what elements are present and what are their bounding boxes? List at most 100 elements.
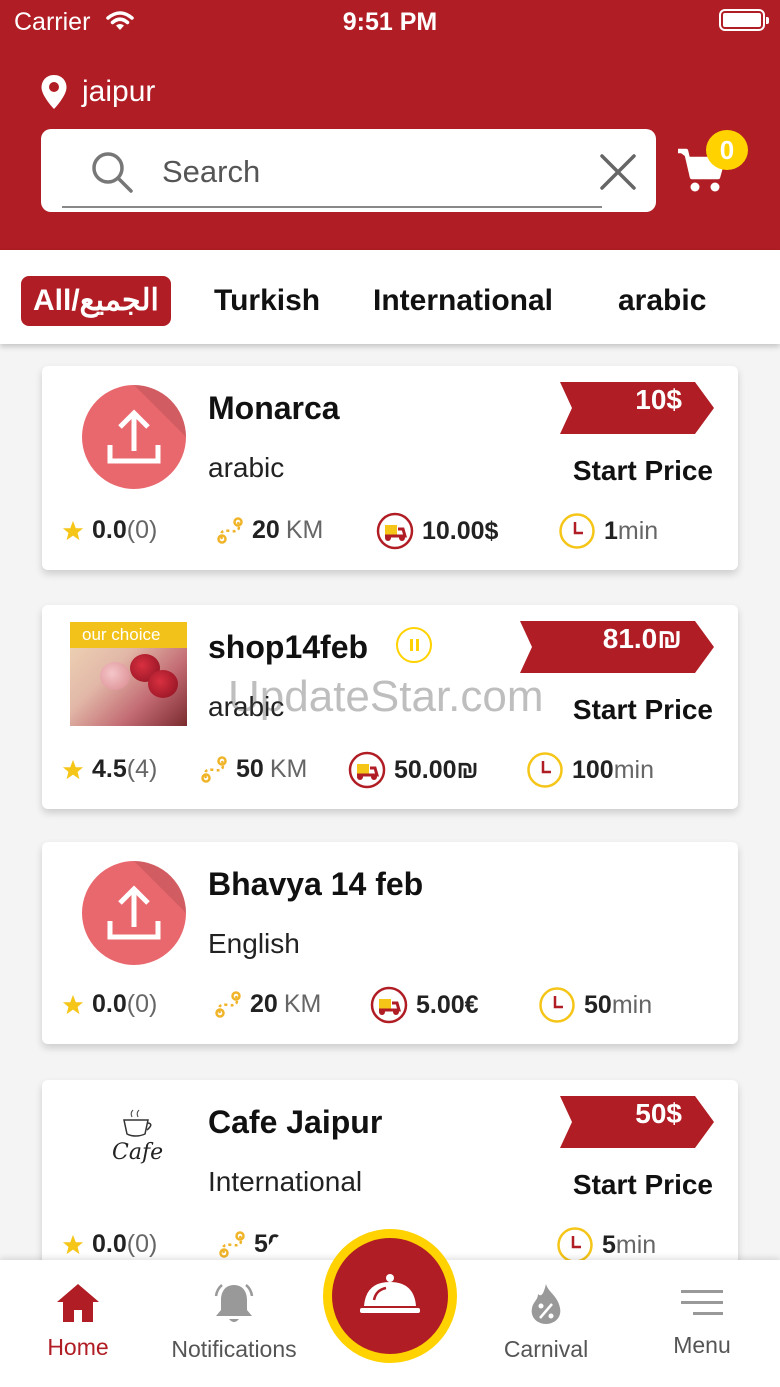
nav-menu[interactable]: Menu bbox=[624, 1282, 780, 1359]
delivery-scooter-icon bbox=[376, 512, 414, 550]
watermark: UpdateStar.com bbox=[228, 672, 544, 721]
distance-unit: KM bbox=[269, 755, 308, 783]
clock-icon bbox=[526, 751, 564, 789]
app-header: Carrier 9:51 PM jaipur Search 0 bbox=[0, 0, 780, 250]
restaurant-placeholder-image bbox=[82, 861, 186, 965]
clock: 9:51 PM bbox=[342, 8, 438, 36]
our-choice-banner: our choice bbox=[70, 622, 187, 648]
route-icon bbox=[216, 516, 244, 545]
price-ribbon: 81.0₪ bbox=[520, 621, 714, 673]
rating-value: 4.5 bbox=[92, 755, 127, 783]
delivery-fee: 10.00$ bbox=[376, 512, 498, 550]
restaurant-image: our choice bbox=[70, 622, 187, 726]
distance-value: 50 bbox=[236, 755, 264, 783]
start-price-label: Start Price bbox=[572, 1169, 713, 1200]
route-icon bbox=[200, 755, 228, 784]
start-price-value: 81.0₪ bbox=[602, 623, 682, 654]
delivery-time: 1 min bbox=[558, 512, 658, 550]
nav-notifications-label: Notifications bbox=[171, 1336, 297, 1362]
battery-icon bbox=[719, 9, 769, 31]
restaurant-cuisine: English bbox=[208, 928, 300, 959]
delivery-time: 50 min bbox=[538, 986, 652, 1024]
star-icon bbox=[62, 1234, 84, 1256]
distance-unit: KM bbox=[283, 990, 322, 1018]
rating-value: 0.0 bbox=[92, 990, 127, 1018]
cart-count-badge: 0 bbox=[706, 130, 748, 170]
distance-value: 20 bbox=[252, 516, 280, 544]
delivery-time-unit: min bbox=[615, 1230, 657, 1259]
delivery-time-value: 50 bbox=[584, 990, 612, 1019]
tab-arabic[interactable]: arabic bbox=[618, 276, 706, 326]
search-underline bbox=[62, 206, 602, 208]
clock-icon bbox=[538, 986, 576, 1024]
search-input[interactable] bbox=[162, 152, 582, 192]
clock-icon bbox=[556, 1226, 594, 1264]
nav-home-label: Home bbox=[47, 1334, 109, 1360]
bell-icon bbox=[213, 1282, 255, 1326]
location-selector[interactable]: jaipur bbox=[40, 72, 155, 112]
upload-icon bbox=[107, 885, 161, 940]
restaurant-name: shop14feb bbox=[208, 629, 369, 665]
restaurant-name: Cafe Jaipur bbox=[208, 1104, 383, 1140]
tab-turkish[interactable]: Turkish bbox=[214, 276, 320, 326]
delivery-time-unit: min bbox=[613, 755, 655, 784]
upload-icon bbox=[107, 409, 161, 464]
location-pin-icon bbox=[41, 75, 67, 109]
delivery-fee: 5.00€ bbox=[370, 986, 479, 1024]
review-count: (0) bbox=[126, 1230, 158, 1258]
location-label: jaipur bbox=[82, 75, 156, 108]
start-price-value: 50$ bbox=[635, 1098, 682, 1129]
delivery-fee: 50.00₪ bbox=[348, 751, 479, 789]
nav-carnival[interactable]: Carnival bbox=[468, 1282, 624, 1363]
restaurant-card[interactable]: Monarca arabic 10$ Start Price 0.0 (0) 20… bbox=[42, 366, 738, 570]
review-count: (0) bbox=[126, 990, 158, 1018]
nav-carnival-label: Carnival bbox=[503, 1336, 589, 1362]
nav-home[interactable]: Home bbox=[0, 1282, 156, 1361]
delivery-time-unit: min bbox=[617, 516, 659, 545]
price-ribbon: 50$ bbox=[560, 1096, 714, 1148]
restaurant-placeholder-image bbox=[82, 385, 186, 489]
coffee-cup-icon bbox=[123, 1109, 152, 1137]
delivery-time: 100 min bbox=[526, 751, 654, 789]
restaurant-logo: Cafe bbox=[84, 1098, 188, 1194]
cafe-logo-text: Cafe bbox=[112, 1140, 164, 1165]
rating-value: 0.0 bbox=[92, 1230, 127, 1258]
tab-all[interactable]: All/الجميع bbox=[21, 276, 171, 326]
delivery-time-value: 5 bbox=[602, 1230, 616, 1259]
delivery-time-value: 100 bbox=[572, 755, 614, 784]
distance: 20 KM bbox=[216, 516, 323, 545]
restaurant-card[interactable]: Bhavya 14 feb English 0.0 (0) 20 KM 5.00€ … bbox=[42, 842, 738, 1044]
menu-icon bbox=[679, 1282, 725, 1326]
nav-notifications[interactable]: Notifications bbox=[156, 1282, 312, 1363]
star-icon bbox=[62, 759, 84, 781]
start-price-value: 10$ bbox=[635, 384, 682, 415]
distance-value: 20 bbox=[250, 990, 278, 1018]
delivery-time: 5 min bbox=[556, 1226, 656, 1264]
tab-international[interactable]: International bbox=[373, 276, 553, 326]
start-price-label: Start Price bbox=[572, 455, 713, 486]
rating: 4.5 (4) bbox=[62, 755, 157, 784]
price-ribbon: 10$ bbox=[560, 382, 714, 434]
restaurant-cuisine: International bbox=[208, 1166, 363, 1197]
delivery-scooter-icon bbox=[370, 986, 408, 1024]
food-menu-button[interactable] bbox=[323, 1229, 457, 1363]
status-bar: Carrier 9:51 PM bbox=[0, 0, 780, 44]
nav-menu-label: Menu bbox=[673, 1332, 731, 1358]
start-price-label: Start Price bbox=[572, 694, 713, 725]
discount-flame-icon bbox=[528, 1282, 564, 1326]
delivery-scooter-icon bbox=[348, 751, 386, 789]
clock-icon bbox=[558, 512, 596, 550]
delivery-fee-value: 50.00₪ bbox=[394, 755, 479, 784]
delivery-time-unit: min bbox=[611, 990, 653, 1019]
clear-search-icon[interactable] bbox=[596, 150, 640, 199]
route-icon bbox=[218, 1230, 246, 1259]
restaurant-name: Monarca bbox=[208, 390, 340, 426]
review-count: (0) bbox=[126, 516, 158, 544]
star-icon bbox=[62, 994, 84, 1016]
cloche-icon bbox=[360, 1274, 420, 1313]
distance-unit: KM bbox=[285, 516, 324, 544]
search-icon[interactable] bbox=[88, 148, 136, 201]
delivery-fee-value: 5.00€ bbox=[416, 990, 479, 1019]
delivery-fee-value: 10.00$ bbox=[422, 516, 499, 545]
pause-icon bbox=[396, 627, 432, 663]
